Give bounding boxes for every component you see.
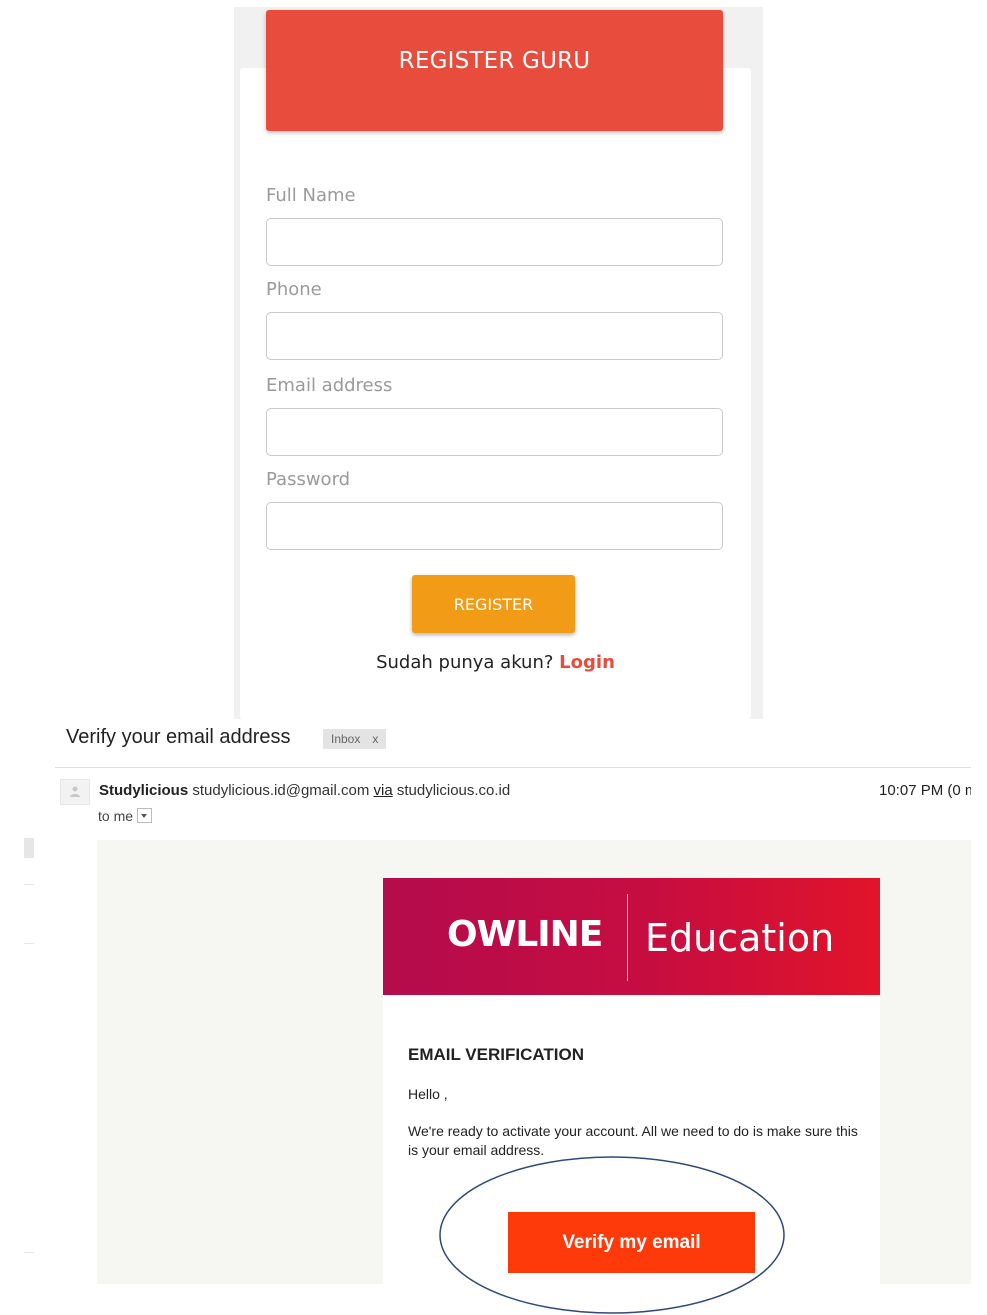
register-button[interactable]: REGISTER (412, 575, 575, 633)
register-title: REGISTER GURU (398, 47, 591, 74)
verify-email-button[interactable]: Verify my email (508, 1212, 755, 1273)
email-timestamp: 10:07 PM (0 minutes ago) (879, 782, 971, 799)
sender-name[interactable]: Studylicious (99, 782, 188, 799)
person-icon (60, 779, 90, 805)
left-gutter-mark (24, 838, 34, 858)
remove-label-icon[interactable]: x (372, 732, 378, 746)
brand-separator (627, 894, 628, 981)
email-subject: Verify your email address (66, 726, 291, 748)
inbox-label-text: Inbox (331, 732, 361, 746)
login-prompt: Sudah punya akun? Login (240, 652, 751, 673)
header-divider (55, 767, 971, 768)
via-link[interactable]: via (373, 782, 392, 799)
password-input[interactable] (266, 502, 723, 550)
register-header: REGISTER GURU (266, 10, 723, 131)
recipient-text: to me (98, 808, 134, 824)
phone-label: Phone (266, 279, 322, 300)
greeting-text: Hello , (408, 1086, 448, 1102)
phone-input[interactable] (266, 312, 723, 360)
recipient-line: to me (98, 808, 153, 824)
brand-tagline: Education (645, 916, 835, 960)
sender-line: Studylicious studylicious.id@gmail.com v… (99, 782, 510, 799)
brand-logo: OWLINE (447, 914, 603, 955)
sender-email: studylicious.id@gmail.com (192, 782, 370, 799)
verification-heading: EMAIL VERIFICATION (408, 1045, 584, 1064)
via-domain: studylicious.co.id (396, 782, 511, 799)
full-name-input[interactable] (266, 218, 723, 266)
password-label: Password (266, 469, 351, 490)
verification-message: We're ready to activate your account. Al… (408, 1123, 858, 1158)
email-address-label: Email address (266, 375, 393, 396)
left-gutter-tick (24, 1252, 34, 1253)
login-link[interactable]: Login (559, 652, 615, 673)
chevron-down-icon[interactable] (137, 808, 153, 823)
full-name-label: Full Name (266, 185, 356, 206)
brand-banner: OWLINE Education (383, 878, 880, 995)
inbox-label-tag[interactable]: Inbox x (323, 729, 387, 749)
left-gutter-tick (24, 884, 34, 885)
login-prompt-text: Sudah punya akun? (376, 652, 554, 673)
email-address-input[interactable] (266, 408, 723, 456)
left-gutter-tick (24, 943, 34, 944)
